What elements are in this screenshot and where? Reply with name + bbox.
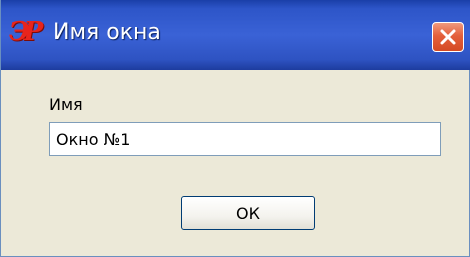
title-bar[interactable]: ЭР Имя окна [1, 0, 470, 70]
window-title: Имя окна [53, 20, 161, 45]
ok-button[interactable]: ОК [181, 196, 315, 230]
dialog-window: ЭР Имя окна Имя ОК [0, 0, 470, 257]
close-button[interactable] [432, 22, 464, 52]
name-input[interactable] [49, 122, 441, 156]
name-label: Имя [49, 95, 83, 114]
close-icon [440, 29, 456, 45]
app-logo-icon: ЭР [9, 17, 43, 47]
